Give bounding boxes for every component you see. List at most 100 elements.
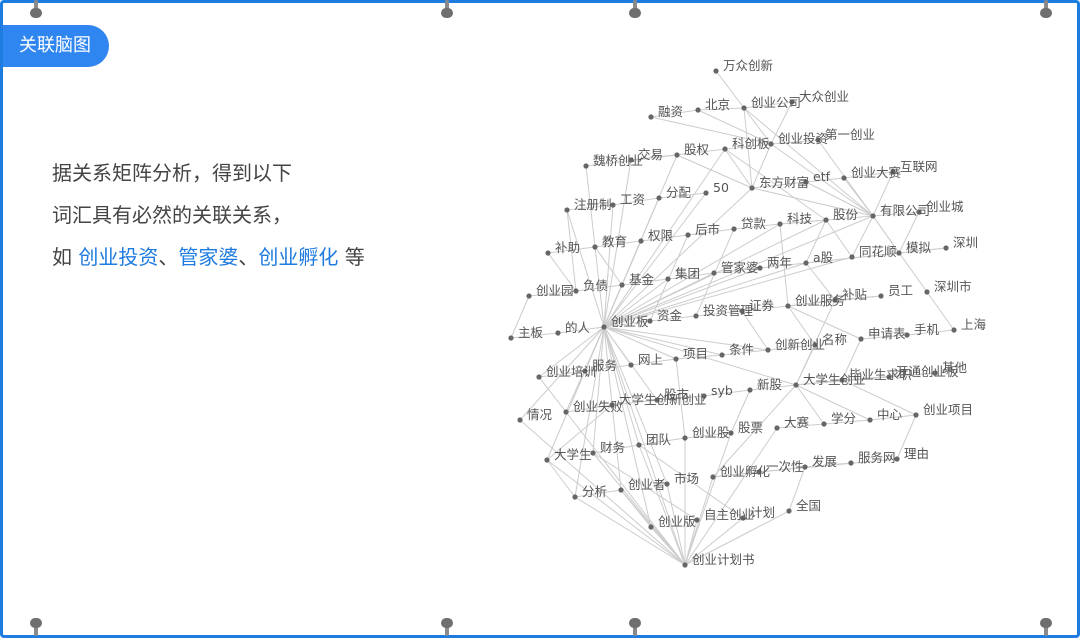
graph-node-dot: [747, 387, 753, 393]
graph-node-label: 北京: [705, 97, 730, 112]
graph-node-label: 创业者: [628, 477, 666, 492]
graph-node-label: 创业项目: [923, 402, 973, 417]
graph-node-label: 基金: [629, 272, 655, 287]
graph-node-dot: [601, 324, 607, 330]
graph-node-label: a股: [813, 250, 834, 265]
graph-node: 深圳市: [924, 279, 972, 295]
graph-node-dot: [618, 487, 624, 493]
graph-node-label: 全国: [796, 498, 821, 513]
graph-node-label: 创业板: [611, 314, 649, 329]
graph-node-label: 理由: [904, 446, 929, 461]
graph-node-label: 投资管理: [703, 303, 754, 318]
graph-node: 员工: [878, 283, 913, 299]
graph-node-label: 集团: [675, 266, 700, 281]
graph-node-dot: [774, 425, 780, 431]
graph-node-dot: [545, 250, 551, 256]
graph-node-label: 主板: [518, 325, 544, 340]
graph-node-label: 分配: [666, 185, 692, 200]
graph-node-label: 大众创业: [799, 89, 849, 104]
graph-node-dot: [951, 327, 957, 333]
graph-node-label: 创业失败: [573, 399, 624, 414]
graph-node-dot: [583, 163, 589, 169]
graph-node-dot: [719, 352, 725, 358]
graph-node-label: 财务: [600, 440, 625, 455]
graph-edge: [603, 326, 640, 446]
graph-node-label: 名称: [822, 332, 847, 347]
graph-node-dot: [848, 460, 854, 466]
graph-node-dot: [722, 146, 728, 152]
graph-node-label: 创业版: [658, 514, 696, 529]
graph-node: 创业服务: [785, 293, 845, 309]
graph-node-label: 资金: [657, 308, 683, 323]
graph-node-label: 的人: [565, 320, 591, 335]
graph-nodes: 万众创新大众创业北京 创业公司融资第一创业创业投资科创板股权交易魏桥创业 互联网创业…: [508, 58, 987, 568]
graph-node-label: 注册制: [574, 197, 612, 212]
graph-node: 全国: [786, 498, 821, 514]
graph-node: 分析: [572, 484, 607, 500]
graph-edge: [684, 427, 778, 566]
graph-node-dot: [777, 221, 783, 227]
graph-node-label: 申请表: [868, 326, 906, 341]
graph-node-label: 大赛: [784, 415, 810, 430]
graph-node-label: 东方财富: [759, 175, 809, 190]
graph-node: 大学生创新创业: [609, 392, 707, 408]
graph-node-dot: [703, 190, 709, 196]
graph-node-label: 科技: [787, 211, 813, 226]
graph-node-label: 员工: [888, 283, 913, 298]
graph-node: 权限: [638, 228, 674, 244]
graph-node-label: 负债: [583, 278, 608, 293]
graph-node-label: 深圳市: [934, 279, 972, 294]
graph-node: 管家婆: [711, 260, 759, 276]
graph-node-label: 工资: [620, 192, 645, 207]
graph-node-dot: [682, 562, 688, 568]
graph-node-label: 补助: [555, 240, 580, 255]
graph-node-label: 管家婆: [721, 260, 759, 275]
graph-node-dot: [536, 374, 542, 380]
graph-node-label: 科创板: [732, 136, 770, 151]
graph-node-label: 团队: [646, 432, 672, 447]
graph-node-dot: [628, 362, 634, 368]
graph-node-label: 自主创业: [704, 507, 754, 522]
graph-node-label: 补贴: [842, 287, 867, 302]
graph-node: 科创板: [722, 136, 770, 152]
graph-node: 东方财富: [749, 175, 809, 191]
graph-node-dot: [878, 293, 884, 299]
graph-node-label: 大学生: [554, 447, 592, 462]
graph-edge: [603, 192, 707, 328]
graph-node: 财务: [590, 440, 625, 456]
graph-node-dot: [563, 409, 569, 415]
graph-node-dot: [656, 195, 662, 201]
graph-node-label: 发展: [812, 454, 837, 469]
graph-node: 新股: [747, 377, 783, 393]
graph-node-label: 融资: [658, 104, 683, 119]
graph-node: 投资管理: [693, 303, 754, 319]
graph-node-label: 中心: [877, 407, 903, 422]
graph-node-label: 分析: [582, 484, 607, 499]
graph-node: 创业培训: [536, 364, 596, 380]
graph-node-label: 网上: [638, 352, 663, 367]
graph-node-label: 大学生创业: [803, 372, 866, 387]
graph-node-label: 有限公司: [880, 203, 930, 218]
graph-node-dot: [749, 185, 755, 191]
graph-node-label: 创业服务: [795, 293, 845, 308]
graph-node-dot: [765, 347, 771, 353]
graph-node: 万众创新: [713, 58, 773, 74]
graph-node-label: 两年: [767, 255, 792, 270]
graph-node: 工资: [610, 192, 645, 208]
graph-node-label: 创业股: [692, 425, 730, 440]
graph-node: 教育: [592, 234, 627, 250]
graph-node: 的人: [555, 320, 591, 336]
graph-node: 注册制: [564, 197, 612, 213]
graph-node-label: 模拟: [906, 240, 932, 255]
graph-node-dot: [924, 289, 930, 295]
graph-node-dot: [821, 421, 827, 427]
graph-node-label: 创业计划书: [692, 552, 755, 567]
graph-node-label: 新股: [757, 377, 783, 392]
graph-node: 两年: [757, 255, 792, 271]
graph-node-dot: [573, 288, 579, 294]
graph-node-label: 服务网: [858, 450, 896, 465]
graph-node-label: 股票: [738, 420, 763, 435]
graph-node: 创业孵化: [710, 464, 771, 480]
graph-node-label: 创业公司: [751, 95, 801, 110]
graph-node-dot: [685, 232, 691, 238]
